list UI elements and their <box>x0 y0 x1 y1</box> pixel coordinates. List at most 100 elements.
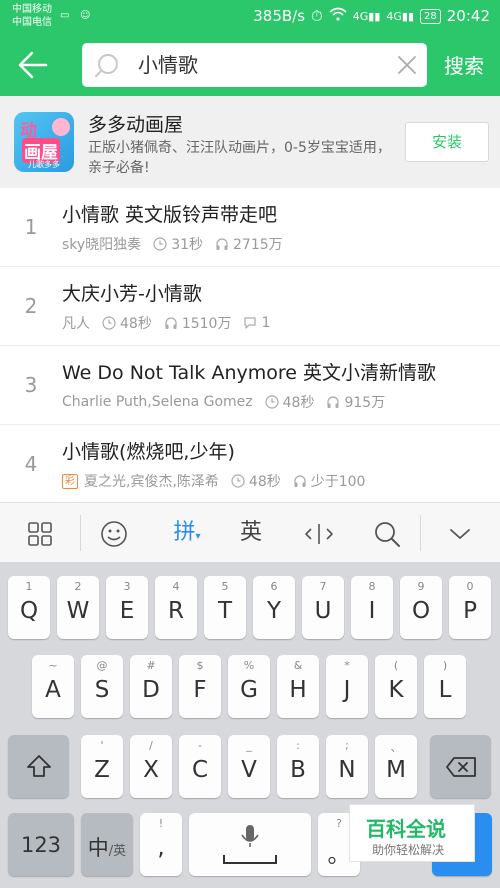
key-z[interactable]: ' Z <box>81 735 123 798</box>
space-key[interactable] <box>189 813 311 876</box>
list-item[interactable]: 1 小情歌 英文版铃声带走吧 sky晓阳独奏 31秒 2715万 <box>0 188 500 267</box>
result-artist: Charlie Puth,Selena Gomez <box>62 394 253 410</box>
key-sub: ' <box>100 739 104 752</box>
numbers-key[interactable]: 123 <box>8 813 74 876</box>
hide-keyboard-icon[interactable] <box>438 503 482 563</box>
key-e[interactable]: 3E <box>106 576 148 639</box>
clock-icon <box>102 316 116 330</box>
key-label: C <box>191 757 209 783</box>
key-m[interactable]: 、 M <box>375 735 417 798</box>
key-p[interactable]: 0P <box>449 576 491 639</box>
result-index: 4 <box>24 452 38 476</box>
result-meta: Charlie Puth,Selena Gomez 48秒 915万 <box>62 392 385 412</box>
key-w[interactable]: 2W <box>57 576 99 639</box>
key-s[interactable]: @ S <box>81 655 123 718</box>
key-sub: : <box>296 739 300 752</box>
emoji-icon[interactable] <box>94 503 134 563</box>
pinyin-mode-button[interactable]: 拼▾ <box>162 503 212 563</box>
list-item[interactable]: 3 We Do Not Talk Anymore 英文小清新情歌 Charlie… <box>0 346 500 425</box>
comma-key[interactable]: !, <box>140 813 182 876</box>
cursor-move-icon[interactable] <box>296 503 342 563</box>
english-mode-button[interactable]: 英 <box>228 503 274 563</box>
result-plays: 915万 <box>344 395 386 411</box>
key-h[interactable]: & H <box>277 655 319 718</box>
key-j[interactable]: * J <box>326 655 368 718</box>
backspace-icon <box>445 757 476 777</box>
search-box[interactable]: 小情歌 <box>82 43 427 87</box>
search-icon <box>94 52 120 78</box>
result-meta: sky晓阳独奏 31秒 2715万 <box>62 234 283 254</box>
key-label: 中/英 <box>81 832 133 862</box>
app-logo: 动 画屋 儿歌多多 <box>14 112 74 172</box>
key-sub: ) <box>442 659 448 672</box>
key-o[interactable]: 9O <box>400 576 442 639</box>
carrier-2: 中国电信 <box>12 17 52 28</box>
key-sub: ( <box>393 659 399 672</box>
clear-icon[interactable] <box>397 55 417 75</box>
key-label: L <box>438 677 452 703</box>
result-title: 小情歌 英文版铃声带走吧 <box>62 204 278 226</box>
key-label: J <box>343 677 351 703</box>
search-input[interactable]: 小情歌 <box>138 43 378 87</box>
backspace-key[interactable] <box>430 735 491 798</box>
key-a[interactable]: ~ A <box>32 655 74 718</box>
signal-2-label: 4G <box>386 9 402 23</box>
key-label: X <box>143 757 159 783</box>
key-r[interactable]: 4R <box>155 576 197 639</box>
key-label: O <box>411 598 431 624</box>
back-arrow-icon[interactable] <box>16 48 52 82</box>
key-label: Q <box>19 598 39 624</box>
clock-icon <box>265 395 279 409</box>
language-switch-key[interactable]: 中/英 <box>81 813 133 876</box>
key-x[interactable]: / X <box>130 735 172 798</box>
search-icon[interactable] <box>364 503 410 563</box>
ad-title: 多多动画屋 <box>88 114 184 136</box>
key-f[interactable]: $ F <box>179 655 221 718</box>
result-title: 小情歌(燃烧吧,少年) <box>62 441 235 463</box>
key-sub: @ <box>96 659 108 672</box>
grid-menu-icon[interactable] <box>20 503 60 563</box>
result-artist: 凡人 <box>62 316 90 332</box>
key-g[interactable]: % G <box>228 655 270 718</box>
install-button[interactable]: 安装 <box>405 122 489 162</box>
key-b[interactable]: :B <box>277 735 319 798</box>
list-item[interactable]: 4 小情歌(燃烧吧,少年) 彩 夏之光,宾俊杰,陈泽希 48秒 少于100 <box>0 425 500 504</box>
key-l[interactable]: ) L <box>424 655 466 718</box>
color-ring-tag: 彩 <box>62 473 78 489</box>
key-sub: % <box>243 659 255 672</box>
key-q[interactable]: 1Q <box>8 576 50 639</box>
key-n[interactable]: ; N <box>326 735 368 798</box>
key-label: Y <box>266 598 282 624</box>
key-label: , <box>157 835 165 861</box>
key-sub: - <box>198 739 202 752</box>
key-i[interactable]: 8I <box>351 576 393 639</box>
shift-key[interactable] <box>8 735 69 798</box>
key-c[interactable]: -C <box>179 735 221 798</box>
result-comments: 1 <box>261 315 271 331</box>
key-sub: 6 <box>270 580 278 593</box>
key-v[interactable]: _ V <box>228 735 270 798</box>
result-index: 2 <box>24 294 38 318</box>
search-button[interactable]: 搜索 <box>444 50 484 79</box>
key-t[interactable]: 5T <box>204 576 246 639</box>
key-u[interactable]: 7U <box>302 576 344 639</box>
app-ad-banner[interactable]: 动 画屋 儿歌多多 多多动画屋 正版小猪佩奇、汪汪队动画片，0-5岁宝宝适用，亲… <box>0 96 500 188</box>
clock-icon <box>153 237 167 251</box>
key-sub: ! <box>158 817 164 830</box>
key-label: F <box>193 677 207 703</box>
key-label: S <box>94 677 110 703</box>
list-item[interactable]: 2 大庆小芳-小情歌 凡人 48秒 1510万 1 <box>0 267 500 346</box>
lang-sub-label: /英 <box>108 844 127 859</box>
key-sub: * <box>344 659 350 672</box>
shift-icon <box>26 755 51 777</box>
key-sub: 9 <box>417 580 425 593</box>
key-label: A <box>45 677 61 703</box>
key-sub: & <box>293 659 303 672</box>
headphone-icon <box>294 475 306 487</box>
key-k[interactable]: (K <box>375 655 417 718</box>
keyboard-toolbar: 拼▾ 英 <box>0 502 500 562</box>
key-y[interactable]: 6Y <box>253 576 295 639</box>
key-d[interactable]: # D <box>130 655 172 718</box>
watermark-title: 百科全说 <box>366 817 446 841</box>
clock: 20:42 <box>446 7 490 25</box>
